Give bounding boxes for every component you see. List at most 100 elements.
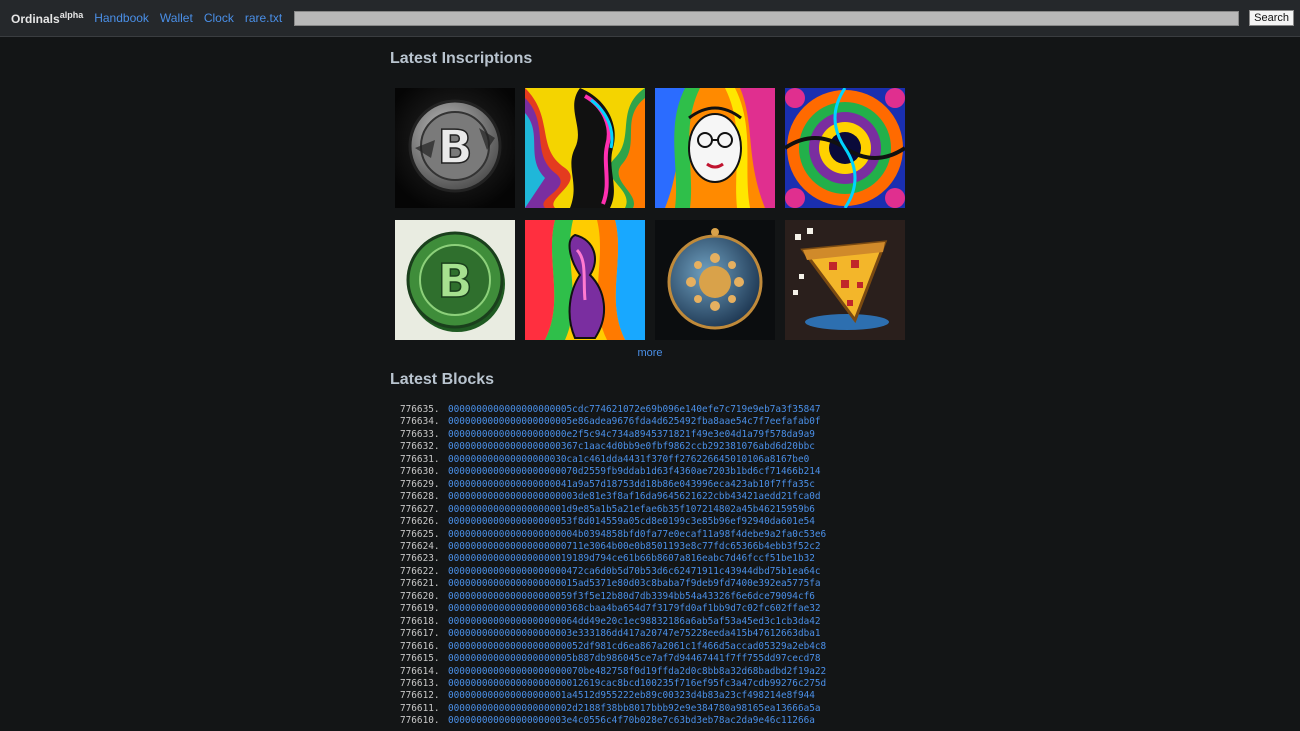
inscription-thumb-green-bitcoin-coin[interactable]: B — [395, 220, 515, 340]
psychedelic-figure-icon — [525, 220, 645, 340]
block-row: 776624. 000000000000000000000711e3064b00e… — [400, 541, 910, 553]
latest-blocks-heading: Latest Blocks — [390, 371, 495, 388]
psychedelic-profile-icon — [525, 88, 645, 208]
block-row: 776622. 000000000000000000000472ca6d0b5d7… — [400, 566, 910, 578]
inscription-thumb-psychedelic-glasses[interactable] — [655, 88, 775, 208]
block-height: 776631. — [400, 453, 440, 465]
block-height: 776612. — [400, 690, 440, 702]
main-content: Latest Inscriptions B B more Latest Bloc… — [390, 50, 910, 728]
block-hash-link[interactable]: 00000000000000000000070d2559fb9ddab1d63f… — [448, 466, 821, 477]
block-row: 776610. 000000000000000000003e4c0556c4f70… — [400, 715, 910, 727]
block-height: 776630. — [400, 466, 440, 478]
block-hash-link[interactable]: 000000000000000000000711e3064b00e0b85011… — [448, 541, 821, 552]
block-height: 776610. — [400, 715, 440, 727]
block-hash-link[interactable]: 000000000000000000030ca1c461dda4431f370f… — [448, 454, 809, 465]
block-hash-link[interactable]: 0000000000000000000003e333186dd417a20747… — [448, 628, 821, 639]
block-height: 776614. — [400, 665, 440, 677]
block-height: 776634. — [400, 416, 440, 428]
inscription-thumb-bitcoin-stone-coin[interactable]: B — [395, 88, 515, 208]
inscription-thumb-golden-globe-coin[interactable] — [655, 220, 775, 340]
block-row: 776628. 00000000000000000000003de81e3f8af… — [400, 491, 910, 503]
block-hash-link[interactable]: 000000000000000000001d9e85a1b5a21efae6b3… — [448, 504, 815, 515]
block-row: 776635. 0000000000000000000005cdc77462107… — [400, 404, 910, 416]
symmetric-fractal-icon — [785, 88, 905, 208]
block-row: 776614. 000000000000000000000070be482758f… — [400, 666, 910, 678]
block-hash-link[interactable]: 000000000000000000000e2f5c94c734a8945371… — [448, 429, 815, 440]
block-hash-link[interactable]: 00000000000000000000003de81e3f8af16da964… — [448, 491, 821, 502]
block-hash-link[interactable]: 000000000000000000000012619cac8bcd100235… — [448, 678, 826, 689]
more-inscriptions-link[interactable]: more — [390, 347, 910, 359]
block-row: 776621. 00000000000000000000015ad5371e80d… — [400, 578, 910, 590]
block-height: 776622. — [400, 565, 440, 577]
block-row: 776627. 000000000000000000001d9e85a1b5a21… — [400, 504, 910, 516]
svg-text:B: B — [437, 120, 472, 174]
block-height: 776611. — [400, 702, 440, 714]
block-row: 776611. 0000000000000000000002d2188f38bb8… — [400, 703, 910, 715]
psychedelic-glasses-icon — [655, 88, 775, 208]
block-row: 776633. 000000000000000000000e2f5c94c734a… — [400, 429, 910, 441]
block-height: 776617. — [400, 628, 440, 640]
block-hash-link[interactable]: 0000000000000000000041a9a57d18753dd18b86… — [448, 479, 815, 490]
block-row: 776632. 00000000000000000000367c1aac4d0bb… — [400, 441, 910, 453]
nav-link-rare-txt[interactable]: rare.txt — [245, 11, 282, 25]
block-height: 776615. — [400, 653, 440, 665]
bitcoin-stone-coin-icon: B — [395, 88, 515, 208]
brand-sup: alpha — [59, 10, 84, 20]
block-hash-link[interactable]: 000000000000000000001a4512d955222eb89c00… — [448, 690, 815, 701]
block-hash-link[interactable]: 0000000000000000000019189d794ce61b66b860… — [448, 553, 815, 564]
block-height: 776627. — [400, 503, 440, 515]
block-hash-link[interactable]: 00000000000000000000367c1aac4d0bb9e0fbf9… — [448, 441, 815, 452]
block-hash-link[interactable]: 0000000000000000000005e86adea9676fda4d62… — [448, 416, 821, 427]
block-height: 776616. — [400, 640, 440, 652]
block-hash-link[interactable]: 000000000000000000000368cbaa4ba654d7f317… — [448, 603, 821, 614]
block-height: 776613. — [400, 677, 440, 689]
block-hash-link[interactable]: 0000000000000000000005cdc774621072e69b09… — [448, 404, 821, 415]
block-height: 776632. — [400, 441, 440, 453]
inscription-thumb-pixel-pizza[interactable] — [785, 220, 905, 340]
block-row: 776634. 0000000000000000000005e86adea9676… — [400, 416, 910, 428]
block-row: 776630. 00000000000000000000070d2559fb9dd… — [400, 466, 910, 478]
search-input[interactable] — [294, 10, 1240, 26]
nav-link-wallet[interactable]: Wallet — [160, 11, 193, 25]
block-row: 776626. 0000000000000000000053f8d014559a0… — [400, 516, 910, 528]
inscription-thumb-psychedelic-profile[interactable] — [525, 88, 645, 208]
inscription-thumb-psychedelic-figure[interactable] — [525, 220, 645, 340]
search-button[interactable]: Search — [1249, 10, 1294, 26]
block-hash-link[interactable]: 000000000000000000000052df981cd6ea867a20… — [448, 641, 826, 652]
block-row: 776623. 0000000000000000000019189d794ce61… — [400, 553, 910, 565]
block-row: 776616. 000000000000000000000052df981cd6e… — [400, 641, 910, 653]
block-hash-link[interactable]: 000000000000000000003e4c0556c4f70b028e7c… — [448, 715, 815, 726]
latest-inscriptions-heading: Latest Inscriptions — [390, 50, 533, 67]
block-height: 776623. — [400, 553, 440, 565]
block-height: 776624. — [400, 540, 440, 552]
green-bitcoin-coin-icon: B — [395, 220, 515, 340]
block-row: 776612. 000000000000000000001a4512d955222… — [400, 690, 910, 702]
block-hash-link[interactable]: 00000000000000000000004b0394858bfd0fa77e… — [448, 529, 826, 540]
inscription-thumb-symmetric-fractal[interactable] — [785, 88, 905, 208]
block-hash-link[interactable]: 0000000000000000000053f8d014559a05cd8e01… — [448, 516, 815, 527]
svg-text:B: B — [437, 254, 472, 308]
block-height: 776633. — [400, 428, 440, 440]
pixel-pizza-icon — [785, 220, 905, 340]
block-hash-link[interactable]: 00000000000000000000064dd49e20c1ec988321… — [448, 616, 821, 627]
block-hash-link[interactable]: 000000000000000000000472ca6d0b5d70b53d6c… — [448, 566, 821, 577]
block-row: 776629. 0000000000000000000041a9a57d18753… — [400, 479, 910, 491]
nav-link-handbook[interactable]: Handbook — [94, 11, 149, 25]
block-hash-link[interactable]: 0000000000000000000005b887db986045ce7af7… — [448, 653, 821, 664]
block-hash-link[interactable]: 0000000000000000000059f3f5e12b80d7db3394… — [448, 591, 815, 602]
brand-link[interactable]: Ordinalsalpha — [11, 10, 83, 26]
block-height: 776635. — [400, 404, 440, 415]
block-hash-link[interactable]: 00000000000000000000015ad5371e80d03c8bab… — [448, 578, 821, 589]
block-row: 776620. 0000000000000000000059f3f5e12b80d… — [400, 591, 910, 603]
block-row: 776615. 0000000000000000000005b887db98604… — [400, 653, 910, 665]
block-height: 776626. — [400, 516, 440, 528]
nav-link-clock[interactable]: Clock — [204, 11, 234, 25]
block-hash-link[interactable]: 000000000000000000000070be482758f0d19ffd… — [448, 666, 826, 677]
inscription-grid: B B — [395, 88, 910, 340]
block-height: 776621. — [400, 578, 440, 590]
block-height: 776625. — [400, 528, 440, 540]
block-height: 776618. — [400, 615, 440, 627]
block-height: 776629. — [400, 478, 440, 490]
block-height: 776628. — [400, 491, 440, 503]
block-hash-link[interactable]: 0000000000000000000002d2188f38bb8017bbb9… — [448, 703, 821, 714]
